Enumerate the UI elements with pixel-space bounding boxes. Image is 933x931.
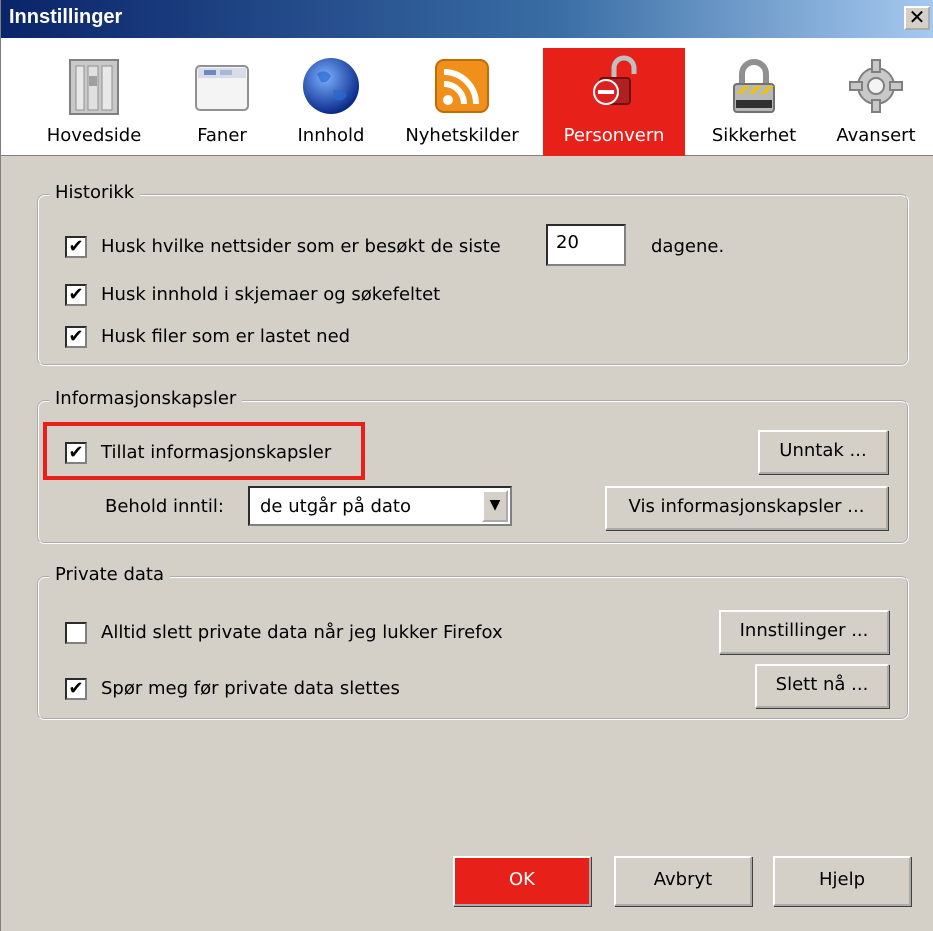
dropdown-arrow-icon[interactable]: ▼: [482, 490, 508, 522]
history-legend: Historikk: [49, 182, 141, 203]
content-globe-icon: [303, 58, 359, 114]
tab-feeds-label: Nyhetskilder: [405, 125, 519, 146]
preferences-window: Innstillinger ✕ Hovedside Faner Innhold …: [0, 0, 933, 931]
clear-now-button[interactable]: Slett nå ...: [755, 664, 889, 708]
preferences-toolbar: Hovedside Faner Innhold Nyhetskilder Per…: [1, 38, 933, 156]
history-days-suffix: dagene.: [651, 236, 725, 257]
tab-content[interactable]: Innhold: [281, 50, 381, 156]
advanced-gear-icon: [849, 59, 903, 113]
tab-tabs-label: Faner: [197, 125, 247, 146]
remember-downloads-checkbox[interactable]: ✔: [65, 326, 87, 348]
tab-security-label: Sikkerhet: [711, 125, 797, 146]
allow-cookies-checkbox[interactable]: ✔: [65, 442, 87, 464]
tab-advanced[interactable]: Avansert: [821, 50, 931, 156]
ok-button[interactable]: OK: [453, 856, 591, 906]
checkmark-icon: ✔: [68, 326, 84, 347]
keep-until-value: de utgår på dato: [260, 496, 411, 517]
tab-main[interactable]: Hovedside: [29, 50, 159, 156]
feeds-icon: [435, 59, 489, 113]
checkmark-icon: ✔: [68, 678, 84, 699]
tab-content-label: Innhold: [297, 125, 365, 146]
cancel-button[interactable]: Avbryt: [614, 856, 752, 906]
tab-advanced-label: Avansert: [836, 125, 916, 146]
allow-cookies-label: Tillat informasjonskapsler: [101, 442, 332, 463]
history-days-input[interactable]: 20: [546, 224, 626, 266]
remember-forms-label: Husk innhold i skjemaer og søkefeltet: [101, 284, 441, 305]
tab-main-label: Hovedside: [46, 125, 142, 146]
remember-downloads-label: Husk filer som er lastet ned: [101, 326, 351, 347]
cookies-legend: Informasjonskapsler: [49, 388, 243, 409]
privacy-lock-icon: [593, 55, 637, 105]
remember-visited-checkbox[interactable]: ✔: [65, 236, 87, 258]
tab-feeds[interactable]: Nyhetskilder: [393, 50, 531, 156]
show-cookies-button[interactable]: Vis informasjonskapsler ...: [605, 486, 888, 530]
help-button[interactable]: Hjelp: [773, 856, 911, 906]
tab-privacy[interactable]: Personvern: [543, 48, 685, 156]
security-padlock-icon: [733, 59, 775, 113]
tab-privacy-label: Personvern: [563, 125, 665, 146]
checkmark-icon: ✔: [68, 442, 84, 463]
title-bar[interactable]: Innstillinger ✕: [1, 0, 933, 38]
remember-forms-checkbox[interactable]: ✔: [65, 284, 87, 306]
cookie-exceptions-button[interactable]: Unntak ...: [758, 430, 888, 474]
ask-before-clear-label: Spør meg før private data slettes: [101, 678, 400, 699]
tab-security[interactable]: Sikkerhet: [699, 50, 809, 156]
checkmark-icon: ✔: [68, 284, 84, 305]
keep-until-label: Behold inntil:: [105, 496, 224, 517]
ask-before-clear-checkbox[interactable]: ✔: [65, 678, 87, 700]
main-page-icon: [69, 59, 119, 115]
always-clear-label: Alltid slett private data når jeg lukker…: [101, 622, 503, 643]
always-clear-checkbox[interactable]: [65, 622, 87, 644]
private-data-legend: Private data: [49, 564, 171, 585]
keep-until-select[interactable]: de utgår på dato ▼: [248, 486, 512, 526]
window-title: Innstillinger: [9, 6, 123, 28]
private-data-settings-button[interactable]: Innstillinger ...: [719, 610, 889, 654]
tab-tabs[interactable]: Faner: [179, 50, 265, 156]
remember-visited-label: Husk hvilke nettsider som er besøkt de s…: [101, 236, 501, 257]
privacy-panel: Historikk ✔ Husk hvilke nettsider som er…: [1, 156, 933, 931]
close-icon: ✕: [908, 5, 926, 29]
close-button[interactable]: ✕: [904, 6, 930, 30]
checkmark-icon: ✔: [68, 236, 84, 257]
tabs-icon: [195, 65, 249, 111]
